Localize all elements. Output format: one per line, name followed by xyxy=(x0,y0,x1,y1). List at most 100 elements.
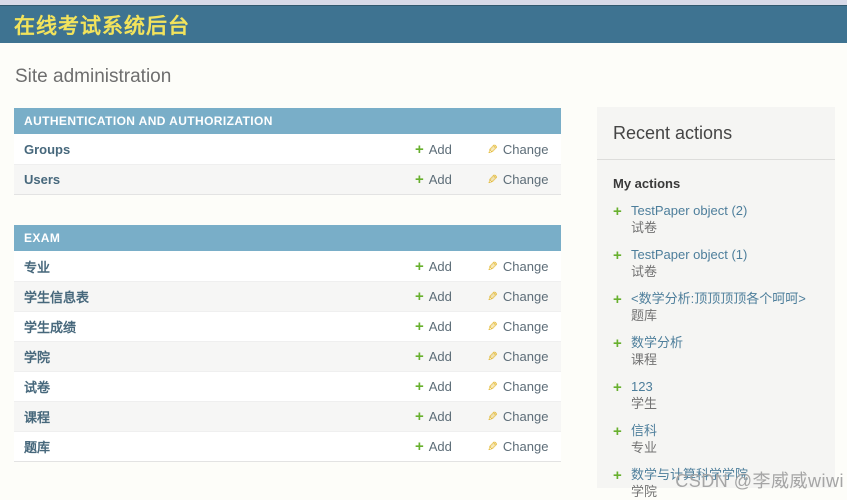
pencil-icon: ✎ xyxy=(487,290,498,303)
model-link-users[interactable]: Users xyxy=(24,172,415,187)
model-link-college[interactable]: 学院 xyxy=(24,347,415,366)
model-row-college: 学院 + Add ✎ Change xyxy=(14,341,561,371)
page-title: Site administration xyxy=(15,66,171,88)
plus-icon: + xyxy=(415,172,424,187)
panel-caption-authentication[interactable]: AUTHENTICATION AND AUTHORIZATION xyxy=(14,108,561,134)
recent-action-item: + TestPaper object (2) 试卷 xyxy=(597,204,835,235)
add-course-button[interactable]: + Add xyxy=(415,409,461,424)
model-row-course: 课程 + Add ✎ Change xyxy=(14,401,561,431)
recent-actions-title: Recent actions xyxy=(597,107,835,160)
plus-icon: + xyxy=(415,409,424,424)
change-testpaper-button[interactable]: ✎ Change xyxy=(487,379,549,394)
add-label: Add xyxy=(429,289,452,304)
add-label: Add xyxy=(429,319,452,334)
model-link-course[interactable]: 课程 xyxy=(24,407,415,426)
recent-action-link[interactable]: 123 xyxy=(631,380,835,394)
add-student-info-button[interactable]: + Add xyxy=(415,289,461,304)
pencil-icon: ✎ xyxy=(487,410,498,423)
model-row-student-info: 学生信息表 + Add ✎ Change xyxy=(14,281,561,311)
model-row-testpaper: 试卷 + Add ✎ Change xyxy=(14,371,561,401)
model-link-groups[interactable]: Groups xyxy=(24,142,415,157)
plus-icon: + xyxy=(613,380,622,395)
change-student-info-button[interactable]: ✎ Change xyxy=(487,289,549,304)
change-label: Change xyxy=(503,142,549,157)
change-college-button[interactable]: ✎ Change xyxy=(487,349,549,364)
panel-exam: EXAM 专业 + Add ✎ Change 学生信息表 + Add ✎ Cha… xyxy=(14,225,561,462)
recent-action-link[interactable]: TestPaper object (2) xyxy=(631,204,835,218)
recent-action-type: 试卷 xyxy=(631,265,835,279)
plus-icon: + xyxy=(613,204,622,219)
pencil-icon: ✎ xyxy=(487,350,498,363)
add-label: Add xyxy=(429,409,452,424)
add-users-button[interactable]: + Add xyxy=(415,172,461,187)
pencil-icon: ✎ xyxy=(487,440,498,453)
change-label: Change xyxy=(503,319,549,334)
plus-icon: + xyxy=(415,319,424,334)
recent-action-item: + 数学分析 课程 xyxy=(597,336,835,367)
change-label: Change xyxy=(503,379,549,394)
change-users-button[interactable]: ✎ Change xyxy=(487,172,549,187)
recent-action-link[interactable]: TestPaper object (1) xyxy=(631,248,835,262)
recent-action-type: 题库 xyxy=(631,309,835,323)
plus-icon: + xyxy=(613,336,622,351)
change-label: Change xyxy=(503,289,549,304)
recent-action-item: + 信科 专业 xyxy=(597,424,835,455)
panel-caption-exam[interactable]: EXAM xyxy=(14,225,561,251)
add-groups-button[interactable]: + Add xyxy=(415,142,461,157)
plus-icon: + xyxy=(613,468,622,483)
change-course-button[interactable]: ✎ Change xyxy=(487,409,549,424)
csdn-watermark: CSDN @李威威wiwi xyxy=(675,467,844,493)
recent-actions-panel: Recent actions My actions + TestPaper ob… xyxy=(597,107,835,488)
plus-icon: + xyxy=(415,289,424,304)
model-row-users: Users + Add ✎ Change xyxy=(14,164,561,194)
model-link-student-info[interactable]: 学生信息表 xyxy=(24,287,415,306)
pencil-icon: ✎ xyxy=(487,173,498,186)
change-label: Change xyxy=(503,172,549,187)
plus-icon: + xyxy=(415,349,424,364)
model-link-student-score[interactable]: 学生成绩 xyxy=(24,317,415,336)
change-label: Change xyxy=(503,349,549,364)
recent-action-link[interactable]: 数学分析 xyxy=(631,336,835,350)
plus-icon: + xyxy=(613,248,622,263)
plus-icon: + xyxy=(415,439,424,454)
recent-action-type: 课程 xyxy=(631,353,835,367)
add-label: Add xyxy=(429,172,452,187)
pencil-icon: ✎ xyxy=(487,260,498,273)
pencil-icon: ✎ xyxy=(487,143,498,156)
model-link-major[interactable]: 专业 xyxy=(24,257,415,276)
plus-icon: + xyxy=(415,142,424,157)
add-major-button[interactable]: + Add xyxy=(415,259,461,274)
change-student-score-button[interactable]: ✎ Change xyxy=(487,319,549,334)
add-student-score-button[interactable]: + Add xyxy=(415,319,461,334)
add-college-button[interactable]: + Add xyxy=(415,349,461,364)
model-link-question-bank[interactable]: 题库 xyxy=(24,437,415,456)
plus-icon: + xyxy=(415,379,424,394)
model-row-student-score: 学生成绩 + Add ✎ Change xyxy=(14,311,561,341)
change-major-button[interactable]: ✎ Change xyxy=(487,259,549,274)
change-label: Change xyxy=(503,409,549,424)
add-label: Add xyxy=(429,439,452,454)
change-groups-button[interactable]: ✎ Change xyxy=(487,142,549,157)
add-testpaper-button[interactable]: + Add xyxy=(415,379,461,394)
recent-action-type: 专业 xyxy=(631,441,835,455)
recent-action-type: 学生 xyxy=(631,397,835,411)
plus-icon: + xyxy=(415,259,424,274)
recent-actions-list: + TestPaper object (2) 试卷 + TestPaper ob… xyxy=(597,204,835,499)
recent-action-link[interactable]: 信科 xyxy=(631,424,835,438)
add-question-bank-button[interactable]: + Add xyxy=(415,439,461,454)
pencil-icon: ✎ xyxy=(487,320,498,333)
plus-icon: + xyxy=(613,424,622,439)
model-row-question-bank: 题库 + Add ✎ Change xyxy=(14,431,561,461)
add-label: Add xyxy=(429,259,452,274)
model-link-testpaper[interactable]: 试卷 xyxy=(24,377,415,396)
panel-authentication: AUTHENTICATION AND AUTHORIZATION Groups … xyxy=(14,108,561,195)
pencil-icon: ✎ xyxy=(487,380,498,393)
recent-action-link[interactable]: <数学分析:顶顶顶顶各个呵呵> xyxy=(631,292,835,306)
site-title-link[interactable]: 在线考试系统后台 xyxy=(14,10,190,40)
change-question-bank-button[interactable]: ✎ Change xyxy=(487,439,549,454)
recent-action-item: + <数学分析:顶顶顶顶各个呵呵> 题库 xyxy=(597,292,835,323)
recent-action-item: + TestPaper object (1) 试卷 xyxy=(597,248,835,279)
add-label: Add xyxy=(429,142,452,157)
recent-action-type: 试卷 xyxy=(631,221,835,235)
add-label: Add xyxy=(429,349,452,364)
